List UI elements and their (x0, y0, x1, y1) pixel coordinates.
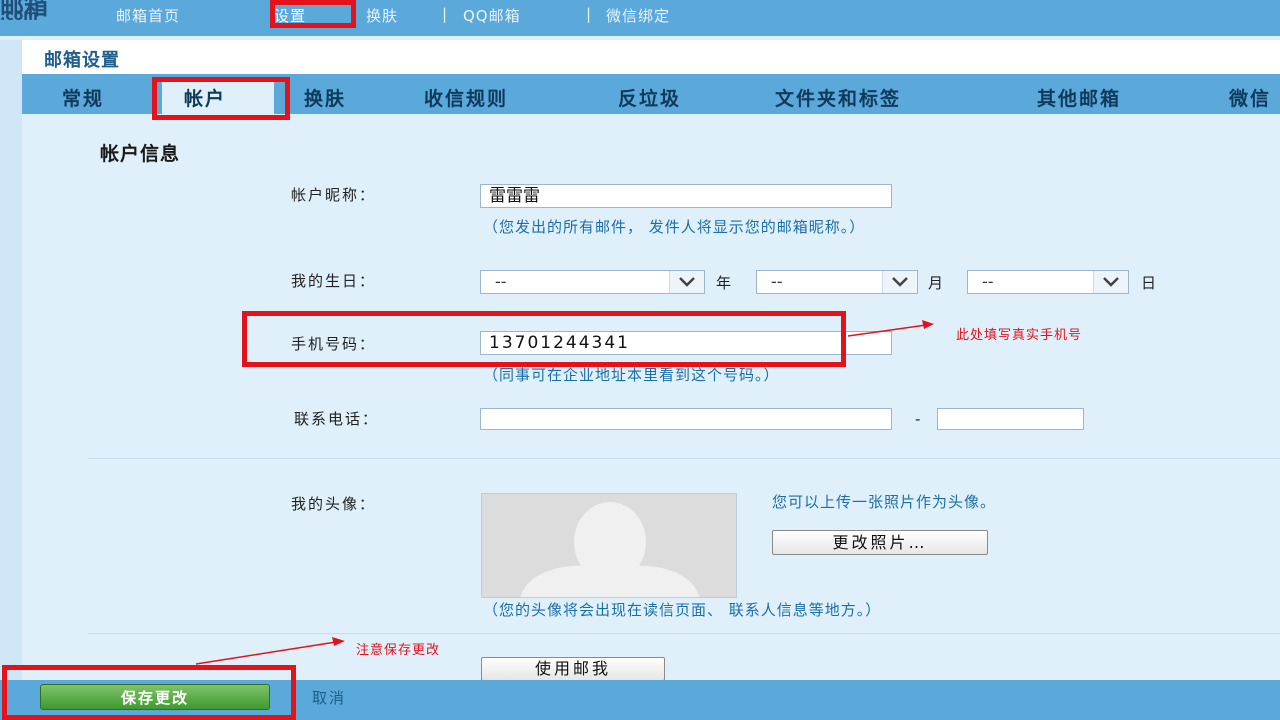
arrow-line (847, 324, 927, 337)
arrow-line (195, 641, 337, 665)
phone-annotation-note: 此处填写真实手机号 (956, 328, 1083, 343)
save-annotation-note: 注意保存更改 (356, 643, 441, 658)
annotation-arrows (195, 320, 934, 665)
arrow-head-icon (922, 320, 934, 329)
arrow-head-icon (332, 637, 345, 646)
